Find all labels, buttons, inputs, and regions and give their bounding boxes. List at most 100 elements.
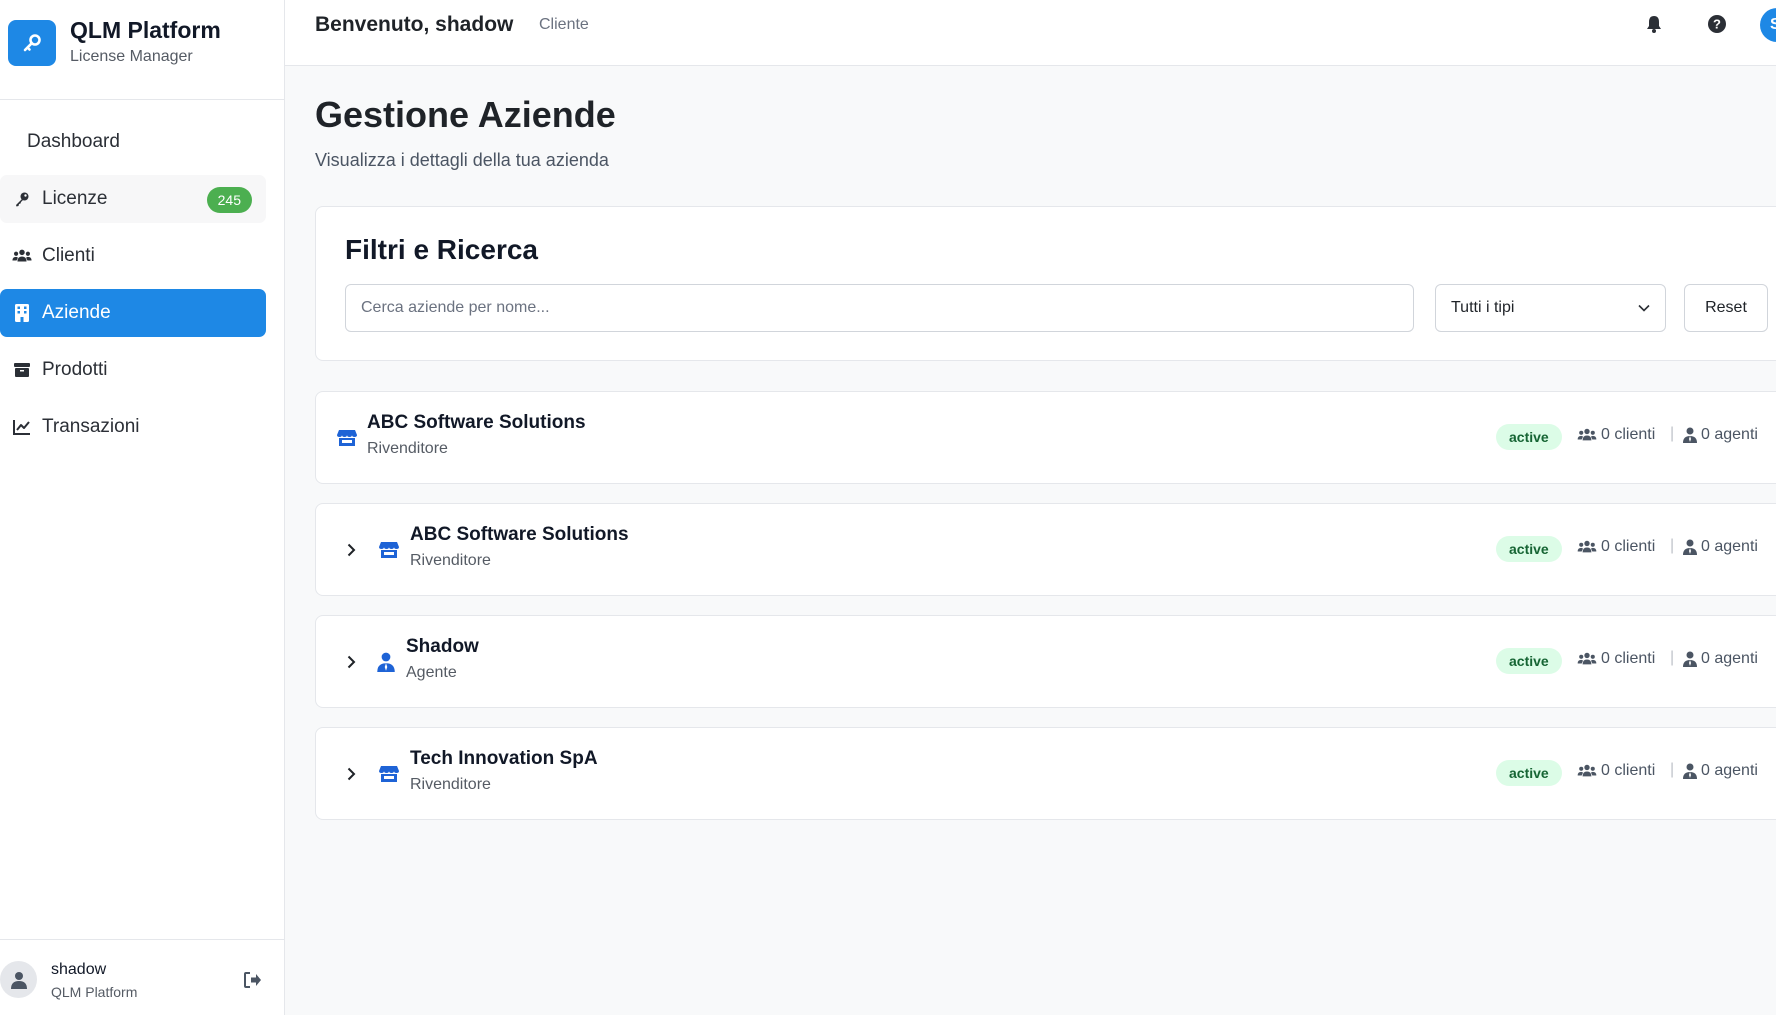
sidebar-item-clienti[interactable]: Clienti: [0, 232, 266, 280]
user-panel: shadow QLM Platform: [0, 939, 284, 1015]
expand-button[interactable]: [342, 652, 360, 672]
user-tie-icon: [1683, 763, 1697, 779]
search-input[interactable]: [345, 284, 1414, 332]
sidebar-item-label: Prodotti: [42, 359, 108, 380]
agents-count-label: 0 agenti: [1701, 762, 1758, 779]
status-badge: active: [1496, 536, 1562, 562]
chart-line-icon: [12, 417, 32, 437]
chevron-right-icon: [347, 543, 355, 557]
top-bar: Benvenuto, shadow Cliente ? S: [285, 0, 1776, 66]
agents-count-label: 0 agenti: [1701, 538, 1758, 555]
brand-title: QLM Platform: [70, 17, 221, 43]
users-icon: [1577, 428, 1597, 441]
divider: |: [1670, 537, 1675, 554]
notifications-button[interactable]: [1642, 12, 1666, 36]
company-name: ABC Software Solutions: [410, 524, 629, 545]
brand-subtitle: License Manager: [70, 48, 193, 65]
sidebar-nav: Dashboard Licenze 245 Clienti Aziende Pr…: [0, 118, 266, 460]
sidebar-item-label: Transazioni: [42, 416, 140, 437]
company-name: Shadow: [406, 636, 479, 657]
licenze-count-badge: 245: [206, 187, 252, 213]
sidebar-item-label: Aziende: [42, 302, 111, 323]
company-type: Rivenditore: [410, 552, 491, 569]
user-tie-icon: [1683, 539, 1697, 555]
expand-button[interactable]: [342, 540, 360, 560]
clients-count-label: 0 clienti: [1601, 538, 1656, 555]
logout-icon: [244, 972, 261, 988]
sidebar-item-aziende[interactable]: Aziende: [0, 289, 266, 337]
agents-count-label: 0 agenti: [1701, 650, 1758, 667]
user-tie-icon: [1683, 651, 1697, 667]
clients-count-label: 0 clienti: [1601, 762, 1656, 779]
clients-count-label: 0 clienti: [1601, 650, 1656, 667]
user-tie-icon: [375, 651, 397, 673]
reset-button[interactable]: Reset: [1684, 284, 1768, 332]
brand-logo[interactable]: [8, 20, 56, 66]
type-filter-value: Tutti i tipi: [1451, 299, 1515, 316]
store-icon: [378, 763, 400, 785]
help-circle-icon: ?: [1708, 15, 1726, 33]
sidebar-item-licenze[interactable]: Licenze 245: [0, 175, 266, 223]
store-icon: [336, 427, 358, 449]
status-badge: active: [1496, 648, 1562, 674]
agents-count-label: 0 agenti: [1701, 426, 1758, 443]
user-org: QLM Platform: [51, 984, 138, 1000]
users-icon: [12, 246, 32, 266]
agents-count: 0 agenti: [1683, 538, 1758, 556]
user-tie-icon: [1683, 427, 1697, 443]
company-name: Tech Innovation SpA: [410, 748, 598, 769]
divider: |: [1670, 649, 1675, 666]
user-icon: [10, 971, 27, 989]
company-row[interactable]: Shadow Agente active 0 clienti | 0 agent…: [315, 615, 1776, 708]
company-row[interactable]: ABC Software Solutions Rivenditore activ…: [315, 503, 1776, 596]
users-icon: [1577, 540, 1597, 553]
divider: |: [1670, 761, 1675, 778]
sidebar-item-prodotti[interactable]: Prodotti: [0, 346, 266, 394]
clients-count: 0 clienti: [1577, 538, 1655, 556]
chevron-right-icon: [347, 655, 355, 669]
header-avatar[interactable]: S: [1760, 8, 1776, 42]
divider: |: [1670, 425, 1675, 442]
status-badge: active: [1496, 760, 1562, 786]
agents-count: 0 agenti: [1683, 650, 1758, 668]
clients-count: 0 clienti: [1577, 426, 1655, 444]
store-icon: [378, 539, 400, 561]
chevron-right-icon: [347, 767, 355, 781]
company-type: Rivenditore: [367, 440, 448, 457]
clients-count-label: 0 clienti: [1601, 426, 1656, 443]
company-type: Rivenditore: [410, 776, 491, 793]
chevron-down-icon: [1638, 304, 1650, 312]
filters-title: Filtri e Ricerca: [345, 234, 538, 265]
svg-text:?: ?: [1713, 17, 1721, 32]
user-role: Cliente: [539, 16, 589, 33]
sidebar: QLM Platform License Manager Dashboard L…: [0, 0, 285, 1015]
bell-icon: [1647, 16, 1661, 33]
key-icon: [23, 34, 41, 52]
company-name: ABC Software Solutions: [367, 412, 586, 433]
clients-count: 0 clienti: [1577, 762, 1655, 780]
sidebar-item-label: Licenze: [42, 188, 108, 209]
box-icon: [12, 360, 32, 380]
company-row[interactable]: Tech Innovation SpA Rivenditore active 0…: [315, 727, 1776, 820]
user-name: shadow: [51, 961, 107, 978]
avatar[interactable]: [0, 961, 37, 998]
help-button[interactable]: ?: [1705, 12, 1729, 36]
sidebar-item-label: Clienti: [42, 245, 95, 266]
expand-button[interactable]: [342, 764, 360, 784]
welcome-text: Benvenuto, shadow: [315, 13, 514, 36]
building-icon: [12, 303, 32, 323]
sidebar-item-transazioni[interactable]: Transazioni: [0, 403, 266, 451]
type-filter-select[interactable]: Tutti i tipi: [1435, 284, 1666, 332]
agents-count: 0 agenti: [1683, 426, 1758, 444]
users-icon: [1577, 652, 1597, 665]
key-icon: [12, 189, 32, 209]
clients-count: 0 clienti: [1577, 650, 1655, 668]
page-subtitle: Visualizza i dettagli della tua azienda: [315, 150, 609, 170]
status-badge: active: [1496, 424, 1562, 450]
filters-card: Filtri e Ricerca Tutti i tipi Reset: [315, 206, 1776, 361]
sidebar-item-dashboard[interactable]: Dashboard: [0, 118, 266, 166]
agents-count: 0 agenti: [1683, 762, 1758, 780]
company-row[interactable]: ABC Software Solutions Rivenditore activ…: [315, 391, 1776, 484]
page-title: Gestione Aziende: [315, 94, 616, 135]
logout-button[interactable]: [242, 969, 264, 991]
